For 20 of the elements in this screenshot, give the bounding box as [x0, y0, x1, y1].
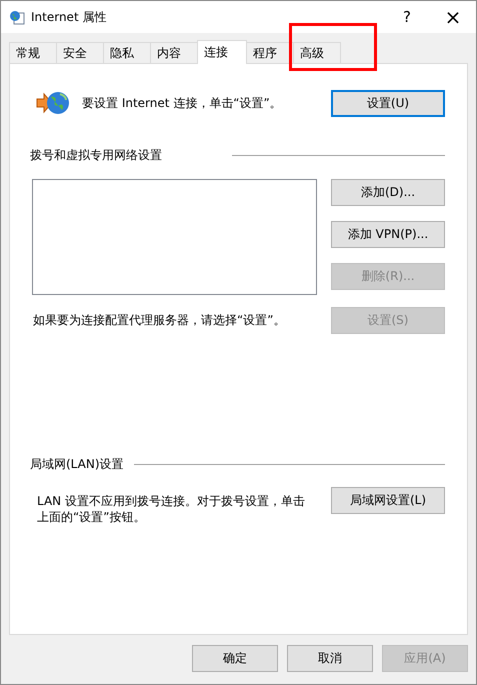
tab[interactable]: 连接	[197, 40, 247, 64]
lan-note: LAN 设置不应用到拨号连接。对于拨号设置，单击上面的“设置”按钮。	[37, 493, 306, 525]
action-button[interactable]: 添加 VPN(P)...	[331, 221, 445, 248]
window-title: Internet 属性	[31, 8, 106, 26]
close-button[interactable]: ×	[430, 1, 476, 33]
setup-button[interactable]: 设置(U)	[331, 90, 445, 116]
dialog-button[interactable]: 确定	[192, 645, 278, 672]
lan-settings-button[interactable]: 局域网设置(L)	[331, 487, 445, 514]
help-button[interactable]: ?	[384, 1, 430, 33]
section-heading: 局域网(LAN)设置	[30, 456, 124, 473]
tab[interactable]: 常规	[9, 42, 57, 63]
section-heading: 拨号和虚拟专用网络设置	[30, 147, 162, 164]
tab[interactable]: 高级	[293, 42, 341, 63]
dialog-button[interactable]: 取消	[287, 645, 373, 672]
connection-list[interactable]	[32, 179, 317, 295]
action-button[interactable]: 添加(D)...	[331, 179, 445, 206]
setup-instruction: 要设置 Internet 连接，单击“设置”。	[82, 94, 282, 112]
globe-arrow-icon	[36, 89, 70, 117]
proxy-instruction: 如果要为连接配置代理服务器，请选择“设置”。	[33, 312, 286, 329]
globe-document-icon	[9, 9, 25, 25]
